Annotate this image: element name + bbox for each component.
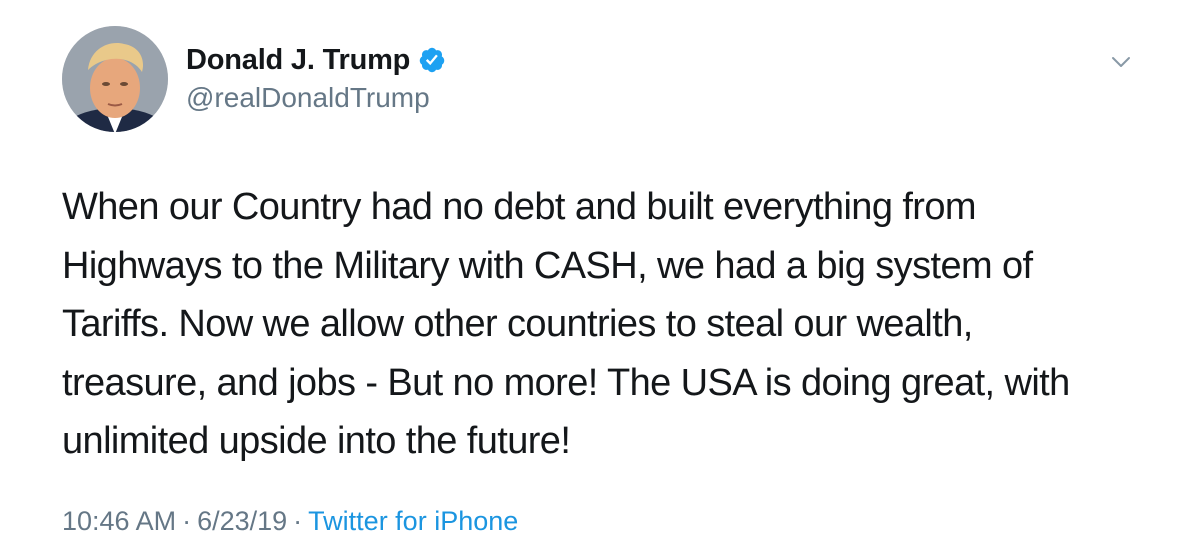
tweet-timestamp[interactable]: 10:46 AM (62, 506, 176, 536)
author-handle[interactable]: @realDonaldTrump (186, 82, 430, 114)
tweet-metadata: 10:46 AM · 6/23/19 · Twitter for iPhone (62, 506, 518, 537)
verified-badge-icon (418, 46, 446, 74)
avatar-image (62, 26, 168, 132)
author-display-name[interactable]: Donald J. Trump (186, 44, 410, 77)
tweet-text-line: unlimited upside into the future! (62, 420, 571, 462)
tweet-date[interactable]: 6/23/19 (197, 506, 287, 536)
tweet-text-line: When our Country had no debt and built e… (62, 186, 977, 228)
tweet-text-line: treasure, and jobs - But no more! The US… (62, 361, 1070, 404)
author-name-row: Donald J. Trump (186, 42, 446, 78)
tweet-source-link[interactable]: Twitter for iPhone (308, 506, 518, 536)
meta-separator: · (182, 506, 192, 536)
avatar[interactable] (62, 26, 168, 132)
tweet-text: When our Country had no debt and built e… (62, 178, 1162, 471)
tweet-text-line: Tariffs. Now we allow other countries to… (62, 303, 973, 345)
tweet-card: Donald J. Trump @realDonaldTrump When ou… (0, 0, 1200, 559)
chevron-down-icon[interactable] (1108, 52, 1134, 72)
meta-separator: · (293, 506, 303, 536)
tweet-text-line: Highways to the Military with CASH, we h… (62, 244, 1033, 287)
